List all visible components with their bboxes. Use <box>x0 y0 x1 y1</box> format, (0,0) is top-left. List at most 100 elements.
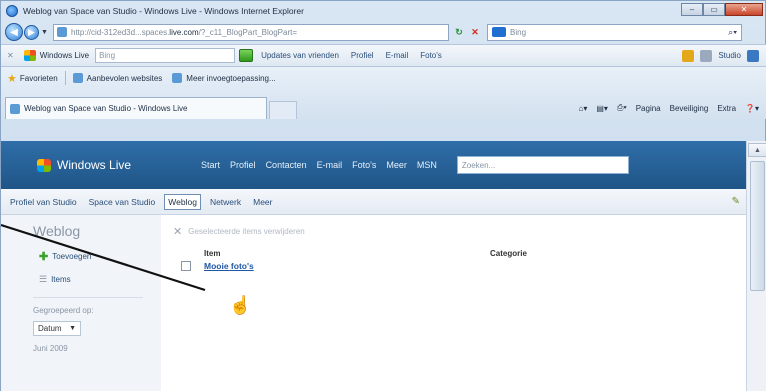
list-icon: ☰ <box>39 274 48 284</box>
bing-logo-icon <box>492 27 506 37</box>
toolbar-search-button[interactable] <box>239 49 254 62</box>
toolbar-close-icon[interactable]: ✕ <box>7 51 14 60</box>
group-by-value: Datum <box>38 324 62 333</box>
maximize-button[interactable]: ▭ <box>703 3 725 16</box>
favorites-divider <box>64 71 66 85</box>
page-scrollbar[interactable]: ▲ <box>746 141 766 391</box>
date-group-link[interactable]: Juni 2009 <box>33 344 161 353</box>
grouped-by-label: Gegroepeerd op: <box>33 306 94 315</box>
weblog-sidebar: Weblog ✚ Toevoegen ☰ Items Gegroepeerd o… <box>1 215 161 391</box>
address-tools: ↻ ✕ <box>451 25 483 40</box>
add-entry-label: Toevoegen <box>52 252 92 261</box>
space-nav-more[interactable]: Meer <box>250 195 275 209</box>
alerts-icon[interactable] <box>682 49 695 62</box>
favorite-icon <box>172 73 183 83</box>
scroll-thumb[interactable] <box>750 161 765 291</box>
edit-pencil-icon[interactable]: ✎ <box>732 196 740 207</box>
toolbar-user[interactable]: Studio <box>718 51 741 60</box>
nav-more[interactable]: Meer <box>386 160 407 170</box>
url-suffix: /?_c11_BlogPart_BlogPart= <box>198 27 298 37</box>
web-page: Windows Live Start Profiel Contacten E-m… <box>1 141 746 391</box>
url-host: live.com <box>169 27 199 37</box>
list-item: Mooie foto's <box>181 261 746 271</box>
history-dropdown-icon[interactable]: ▼ <box>41 29 49 36</box>
messenger-icon[interactable] <box>747 49 759 62</box>
space-nav-space[interactable]: Space van Studio <box>86 195 159 209</box>
nav-start[interactable]: Start <box>201 160 220 170</box>
space-nav-network[interactable]: Netwerk <box>207 195 244 209</box>
tab-row: Weblog van Space van Studio - Windows Li… <box>1 89 766 119</box>
refresh-icon[interactable]: ↻ <box>451 25 467 40</box>
home-icon[interactable]: ⌂▾ <box>579 104 588 113</box>
new-tab-button[interactable] <box>269 101 297 119</box>
delete-selected-label: Geselecteerde items verwijderen <box>188 227 305 236</box>
minimize-button[interactable]: – <box>681 3 703 16</box>
settings-icon[interactable] <box>700 49 713 62</box>
toolbar-link-profile[interactable]: Profiel <box>351 51 374 60</box>
tools-menu[interactable]: Extra <box>717 104 736 113</box>
hand-cursor-icon: ☝ <box>229 295 252 315</box>
favorite-addons[interactable]: Meer invoegtoepassing... <box>172 73 276 83</box>
space-nav-profile[interactable]: Profiel van Studio <box>7 195 80 209</box>
windows-live-flag-icon <box>37 158 51 172</box>
print-icon[interactable]: ⎙▾ <box>617 103 627 113</box>
search-icon[interactable]: ⌕▾ <box>728 27 737 38</box>
favorite-label: Aanbevolen websites <box>86 73 163 83</box>
nav-contacts[interactable]: Contacten <box>266 160 307 170</box>
help-icon[interactable]: ❓▾ <box>745 104 759 113</box>
tab-weblog[interactable]: Weblog van Space van Studio - Windows Li… <box>5 97 267 119</box>
toolbar-search-text: Bing <box>99 51 116 60</box>
delete-selected-button[interactable]: ✕ Geselecteerde items verwijderen <box>173 225 746 238</box>
delete-icon: ✕ <box>173 226 183 238</box>
live-search-placeholder: Zoeken... <box>461 160 496 170</box>
favorite-suggested-sites[interactable]: Aanbevolen websites <box>72 73 163 83</box>
favorites-bar: ★ Favorieten Aanbevolen websites Meer in… <box>1 67 766 119</box>
stop-icon[interactable]: ✕ <box>467 25 483 40</box>
add-entry-button[interactable]: ✚ Toevoegen <box>39 250 161 263</box>
toolbar-link-updates[interactable]: Updates van vrienden <box>261 51 339 60</box>
windows-live-logo-icon <box>23 50 36 61</box>
sidebar-divider <box>33 297 143 298</box>
items-link[interactable]: ☰ Items <box>39 274 161 285</box>
bing-search-input[interactable]: Bing ⌕▾ <box>487 23 742 41</box>
nav-profile[interactable]: Profiel <box>230 160 256 170</box>
live-search-input[interactable]: Zoeken... <box>456 156 629 174</box>
tab-page-icon <box>10 103 20 114</box>
nav-photos[interactable]: Foto's <box>352 160 376 170</box>
favorite-icon <box>72 73 83 83</box>
ie-window: Weblog van Space van Studio - Windows Li… <box>0 0 766 391</box>
security-menu[interactable]: Beveiliging <box>670 104 709 113</box>
plus-icon: ✚ <box>39 251 49 263</box>
entry-link[interactable]: Mooie foto's <box>204 261 254 271</box>
feeds-icon[interactable]: ▤▾ <box>596 104 608 113</box>
space-nav-weblog[interactable]: Weblog <box>164 193 201 210</box>
page-icon <box>57 27 67 37</box>
window-title: Weblog van Space van Studio - Windows Li… <box>23 5 304 16</box>
toolbar-link-photos[interactable]: Foto's <box>420 51 442 60</box>
favorites-star-icon[interactable]: ★ <box>7 72 17 85</box>
live-header: Windows Live Start Profiel Contacten E-m… <box>1 141 746 189</box>
group-by-select[interactable]: Datum ▼ <box>33 321 81 336</box>
page-menu[interactable]: Pagina <box>636 104 661 113</box>
toolbar-search-input[interactable]: Bing <box>95 48 236 63</box>
address-input[interactable]: http://cid-312ed3d...spaces. live.com /?… <box>53 23 449 41</box>
forward-button[interactable]: ▶ <box>24 24 39 40</box>
column-category[interactable]: Categorie <box>490 249 527 258</box>
favorites-button[interactable]: Favorieten <box>20 74 58 83</box>
nav-email[interactable]: E-mail <box>317 160 343 170</box>
scroll-up-icon[interactable]: ▲ <box>748 143 766 157</box>
entry-checkbox[interactable] <box>181 261 191 271</box>
column-item[interactable]: Item <box>204 249 490 258</box>
title-bar: Weblog van Space van Studio - Windows Li… <box>1 1 766 20</box>
close-button[interactable]: ✕ <box>725 3 763 16</box>
tab-label: Weblog van Space van Studio - Windows Li… <box>24 104 188 113</box>
back-button[interactable]: ◀ <box>5 23 23 41</box>
chevron-down-icon: ▼ <box>69 325 76 332</box>
space-nav: Profiel van Studio Space van Studio Webl… <box>1 189 746 215</box>
nav-msn[interactable]: MSN <box>417 160 437 170</box>
live-brand[interactable]: Windows Live <box>57 158 131 172</box>
column-headers: Item Categorie <box>204 249 746 258</box>
favorites-row: ★ Favorieten Aanbevolen websites Meer in… <box>1 67 766 89</box>
toolbar-link-email[interactable]: E-mail <box>386 51 409 60</box>
toolbar-right: Studio <box>676 49 759 62</box>
